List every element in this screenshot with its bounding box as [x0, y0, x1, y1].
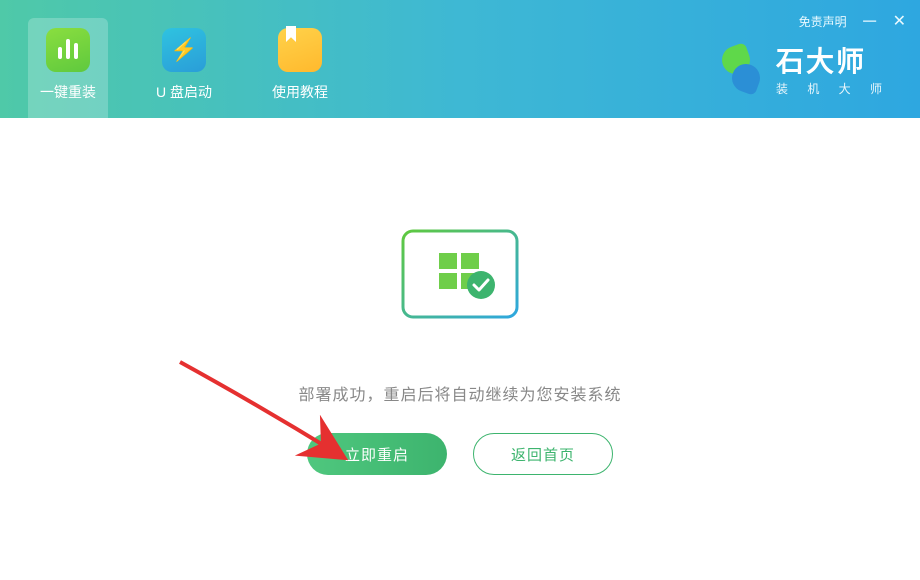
tab-oneclick-reinstall[interactable]: 一键重装 — [28, 18, 108, 118]
brand-logo-icon — [718, 46, 764, 92]
brand: 石大师 装 机 大 师 — [718, 40, 890, 97]
oneclick-icon — [46, 28, 90, 72]
tab-label: 使用教程 — [272, 82, 328, 102]
tab-label: 一键重装 — [40, 82, 96, 102]
book-icon — [278, 28, 322, 72]
monitor-success-icon — [385, 223, 535, 353]
minimize-button[interactable]: － — [861, 8, 879, 34]
restart-now-button[interactable]: 立即重启 — [307, 433, 447, 475]
main-content: 部署成功，重启后将自动继续为您安装系统 立即重启 返回首页 — [0, 118, 920, 580]
action-buttons: 立即重启 返回首页 — [307, 433, 613, 475]
usb-icon: ⚡ — [162, 28, 206, 72]
brand-name: 石大师 — [776, 40, 866, 80]
back-home-button[interactable]: 返回首页 — [473, 433, 613, 475]
close-button[interactable]: ✕ — [893, 11, 906, 31]
status-message: 部署成功，重启后将自动继续为您安装系统 — [298, 381, 621, 405]
brand-tagline: 装 机 大 师 — [776, 80, 890, 97]
tab-usb-boot[interactable]: ⚡ U 盘启动 — [144, 18, 224, 118]
tab-tutorial[interactable]: 使用教程 — [260, 18, 340, 118]
window-controls: 免责声明 － ✕ — [799, 8, 906, 34]
tab-label: U 盘启动 — [156, 82, 212, 102]
header-tabs: 一键重装 ⚡ U 盘启动 使用教程 — [0, 0, 340, 118]
app-header: 一键重装 ⚡ U 盘启动 使用教程 免责声明 － ✕ 石大师 装 机 大 师 — [0, 0, 920, 118]
disclaimer-link[interactable]: 免责声明 — [799, 13, 847, 30]
